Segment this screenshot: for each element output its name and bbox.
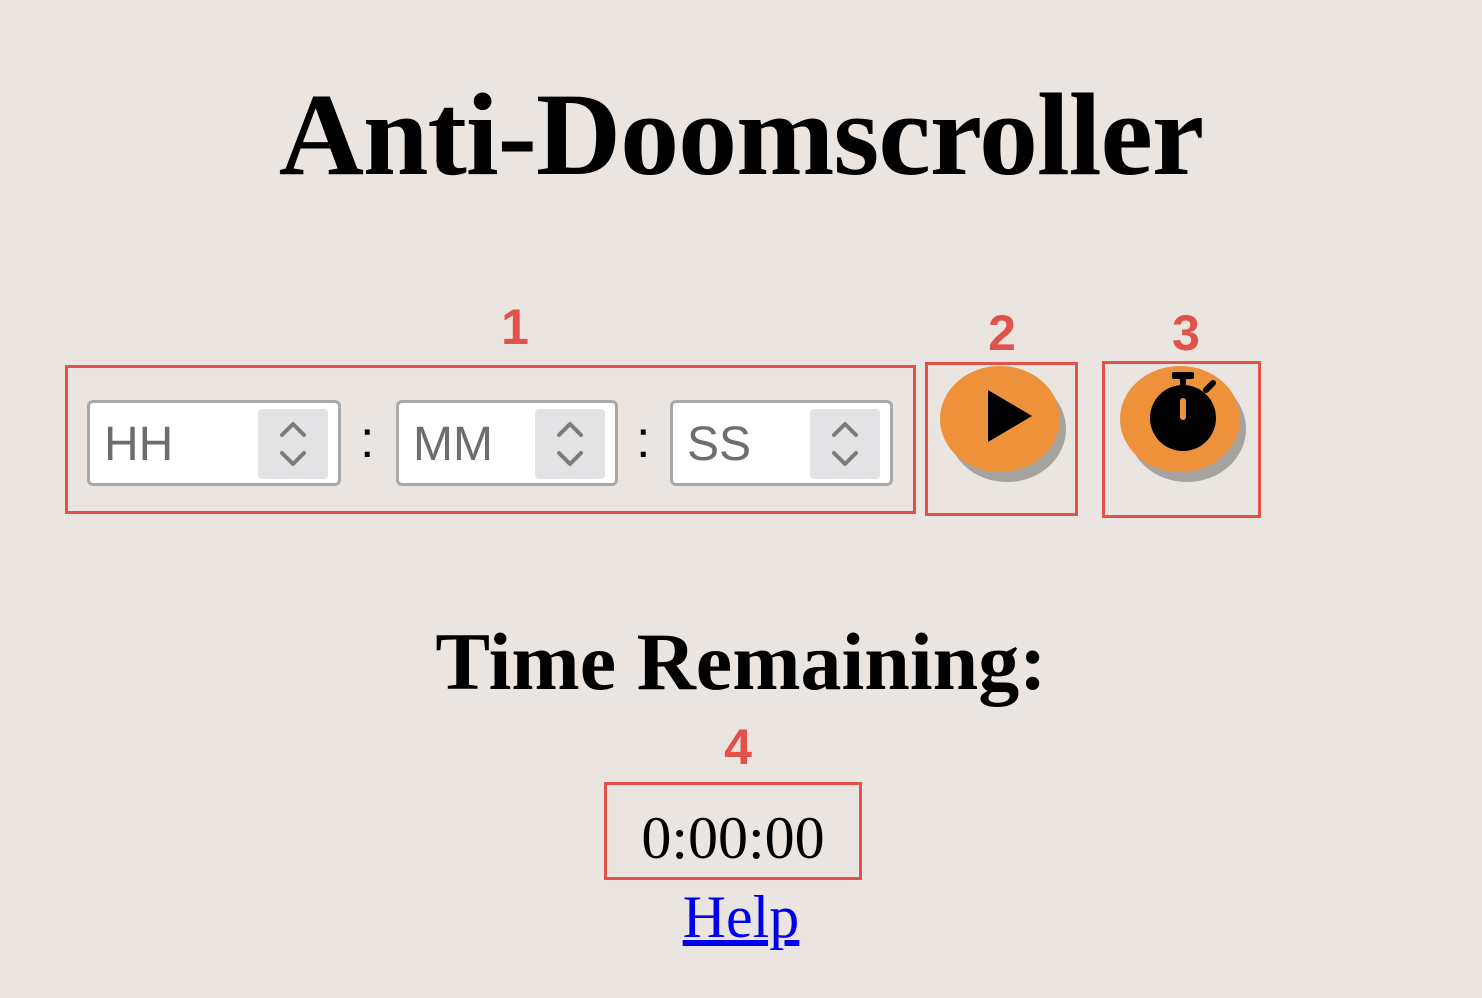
start-button[interactable] <box>936 362 1066 482</box>
annotation-label-3: 3 <box>1172 305 1200 361</box>
stepper-arrows-icon <box>832 422 858 466</box>
seconds-stepper[interactable] <box>810 409 880 479</box>
minutes-placeholder: MM <box>413 418 493 471</box>
annotation-label-1: 1 <box>501 299 529 355</box>
seconds-placeholder: SS <box>687 418 752 471</box>
play-icon <box>988 390 1032 442</box>
stopwatch-icon <box>1150 372 1216 451</box>
stepper-arrows-icon <box>280 422 306 466</box>
help-link[interactable]: Help <box>683 884 800 950</box>
hours-placeholder: HH <box>104 418 174 471</box>
hours-input[interactable]: HH <box>87 400 341 486</box>
minutes-input[interactable]: MM <box>396 400 618 486</box>
hours-stepper[interactable] <box>258 409 328 479</box>
time-remaining-display: 0:00:00 <box>641 805 825 871</box>
time-remaining-heading: Time Remaining: <box>435 616 1047 707</box>
app-title: Anti-Doomscroller <box>278 69 1205 200</box>
seconds-input[interactable]: SS <box>670 400 893 486</box>
minutes-stepper[interactable] <box>535 409 605 479</box>
time-separator: : <box>360 411 375 469</box>
time-separator: : <box>636 411 651 469</box>
annotation-label-4: 4 <box>724 719 752 775</box>
annotation-label-2: 2 <box>988 305 1016 361</box>
stepper-arrows-icon <box>557 422 583 466</box>
stopwatch-button[interactable] <box>1116 362 1246 482</box>
help-container: Help <box>0 880 1482 954</box>
